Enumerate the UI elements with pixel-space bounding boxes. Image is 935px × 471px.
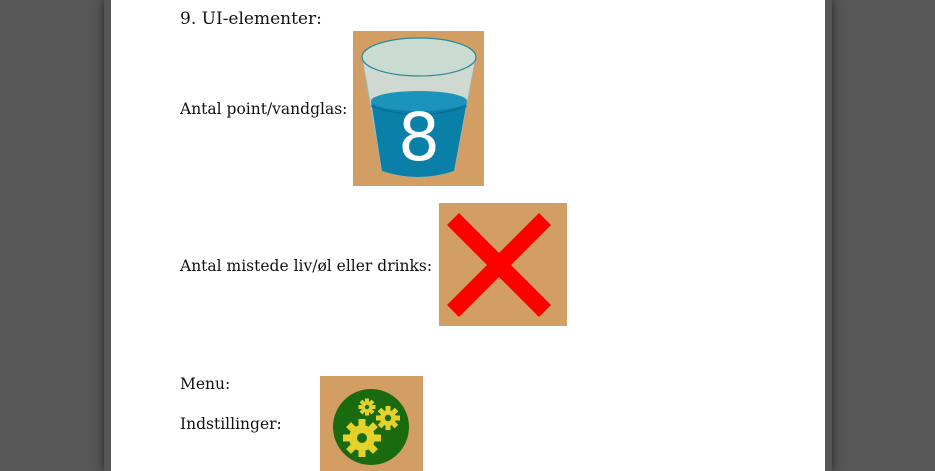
menu-label: Menu:	[180, 375, 231, 393]
settings-label: Indstillinger:	[180, 415, 282, 433]
section-heading: 9. UI-elementer:	[180, 9, 322, 29]
gears-icon	[320, 376, 423, 471]
water-glass-icon: 8	[353, 31, 484, 186]
points-label: Antal point/vandglas:	[180, 100, 348, 118]
red-x-icon	[439, 203, 567, 326]
lives-lost-label: Antal mistede liv/øl eller drinks:	[180, 257, 433, 275]
document-viewer: 9. UI-elementer: Antal point/vandglas: 8…	[0, 0, 935, 471]
glass-number: 8	[398, 99, 440, 176]
document-page: 9. UI-elementer: Antal point/vandglas: 8…	[111, 0, 825, 471]
